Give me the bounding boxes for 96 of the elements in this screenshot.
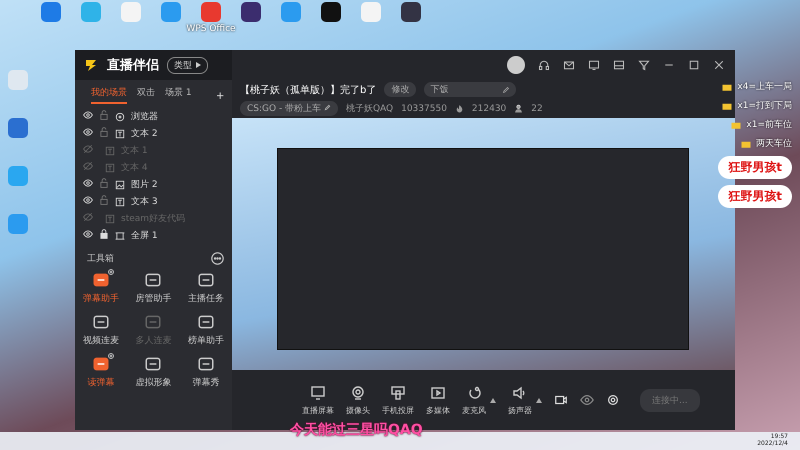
unlock-icon bbox=[99, 195, 109, 205]
eye-off-icon bbox=[83, 161, 93, 171]
gift-rule: x1=打到下局 bbox=[737, 100, 792, 112]
pencil-icon bbox=[324, 104, 331, 111]
person-icon bbox=[514, 104, 524, 113]
tool-button[interactable]: 弹幕助手 bbox=[75, 271, 128, 305]
gift-rule: x4=上车一局 bbox=[737, 80, 792, 93]
tool-button[interactable]: 房管助手 bbox=[127, 271, 180, 305]
tool-button[interactable]: 主播任务 bbox=[180, 271, 232, 305]
toolbox-title: 工具箱 bbox=[87, 252, 114, 265]
unlock-icon bbox=[99, 178, 109, 188]
scene-tab[interactable]: 我的场景 bbox=[91, 86, 127, 104]
media-source-button[interactable]: 摄像头 bbox=[346, 384, 370, 416]
gift-rule: 两天车位 bbox=[756, 138, 792, 150]
text-icon bbox=[105, 162, 115, 172]
caption-text: 今天能过三星吗QAQ bbox=[290, 421, 423, 439]
scene-tab[interactable]: 场景 1 bbox=[165, 86, 192, 104]
tool-button[interactable]: 虚拟形象 bbox=[127, 355, 180, 389]
close-icon bbox=[713, 59, 725, 71]
category-button[interactable]: CS:GO - 带粉上车 bbox=[240, 101, 338, 116]
caret-icon[interactable] bbox=[490, 398, 496, 402]
avatar[interactable] bbox=[507, 56, 525, 74]
panel-icon bbox=[196, 271, 215, 289]
play-icon bbox=[194, 62, 201, 68]
viewer-name: 狂野男孩t bbox=[718, 185, 792, 208]
eye-off-icon bbox=[83, 144, 93, 154]
logo-icon bbox=[83, 57, 99, 73]
record-icon bbox=[554, 393, 568, 407]
room-id: 10337550 bbox=[401, 104, 447, 114]
unlock-icon bbox=[99, 110, 109, 120]
lock-icon bbox=[99, 229, 109, 239]
window-icon bbox=[613, 59, 625, 71]
image-icon bbox=[115, 180, 125, 190]
text-icon bbox=[115, 128, 125, 138]
eye-icon bbox=[83, 178, 93, 188]
eye-icon bbox=[83, 195, 93, 205]
filter-icon bbox=[638, 59, 650, 71]
caret-icon[interactable] bbox=[536, 398, 542, 402]
headset-icon bbox=[538, 59, 550, 71]
tool-button[interactable]: 弹幕秀 bbox=[180, 355, 232, 389]
media-source-button[interactable]: 多媒体 bbox=[426, 384, 450, 416]
app-shortcut-icon[interactable] bbox=[241, 2, 261, 22]
unlock-icon bbox=[99, 127, 109, 137]
app-shortcut-icon[interactable] bbox=[401, 2, 421, 22]
source-name[interactable]: 图片 2 bbox=[131, 178, 158, 191]
mail-icon bbox=[563, 59, 575, 71]
tool-button[interactable]: 榜单助手 bbox=[180, 313, 232, 347]
phone-icon bbox=[390, 384, 406, 400]
tool-button[interactable]: 视频连麦 bbox=[75, 313, 128, 347]
tool-button[interactable]: 读弹幕 bbox=[75, 355, 128, 389]
app-title: 直播伴侣 bbox=[107, 57, 159, 74]
media-source-button[interactable]: 麦克风 bbox=[462, 384, 486, 416]
eye-off-icon bbox=[83, 212, 93, 222]
viewer-count: 22 bbox=[531, 104, 543, 114]
viewer-name: 狂野男孩t bbox=[718, 156, 792, 179]
monitor-icon bbox=[588, 59, 600, 71]
panel-icon bbox=[144, 355, 162, 373]
app-shortcut-icon[interactable] bbox=[321, 2, 341, 22]
camera-icon bbox=[350, 384, 366, 400]
media-source-button[interactable]: 手机投屏 bbox=[382, 384, 414, 416]
source-name[interactable]: 全屏 1 bbox=[131, 229, 158, 242]
more-icon bbox=[211, 252, 224, 265]
add-scene-button[interactable]: + bbox=[216, 88, 224, 102]
maximize-icon bbox=[688, 59, 700, 71]
media-source-button[interactable]: 扬声器 bbox=[508, 384, 532, 416]
eye-icon bbox=[83, 110, 93, 120]
type-button[interactable]: 类型 bbox=[167, 56, 208, 74]
source-name[interactable]: 浏览器 bbox=[131, 110, 158, 123]
eye-icon bbox=[580, 393, 594, 407]
panel-icon bbox=[92, 313, 110, 331]
scene-tab[interactable]: 双击 bbox=[137, 86, 155, 104]
tag-field[interactable]: 下饭 bbox=[424, 82, 516, 97]
fire-icon bbox=[454, 104, 464, 113]
panel-icon bbox=[92, 355, 110, 373]
panel-icon bbox=[196, 355, 215, 373]
panel-icon bbox=[196, 313, 215, 331]
gift-rule: x1=前车位 bbox=[746, 118, 792, 131]
monitor-icon bbox=[310, 384, 326, 400]
panel-icon bbox=[92, 271, 110, 289]
video-icon bbox=[430, 384, 446, 400]
crop-icon bbox=[115, 230, 125, 240]
edit-button[interactable]: 修改 bbox=[384, 82, 416, 97]
media-source-button[interactable]: 直播屏幕 bbox=[302, 384, 334, 416]
eye-icon bbox=[83, 229, 93, 239]
text-icon bbox=[105, 146, 115, 156]
panel-icon bbox=[144, 271, 162, 289]
source-name[interactable]: 文本 3 bbox=[131, 195, 158, 208]
pencil-icon bbox=[502, 86, 510, 94]
text-icon bbox=[115, 196, 125, 206]
heat-count: 212430 bbox=[472, 104, 506, 114]
text-icon bbox=[105, 214, 115, 224]
stream-title: 【桃子妖（孤单版）】完了b了 bbox=[240, 84, 376, 96]
source-name[interactable]: 文本 2 bbox=[131, 127, 158, 140]
panel-icon bbox=[144, 313, 162, 331]
eye-icon bbox=[83, 127, 93, 137]
streamer-name: 桃子妖QAQ bbox=[346, 102, 394, 115]
